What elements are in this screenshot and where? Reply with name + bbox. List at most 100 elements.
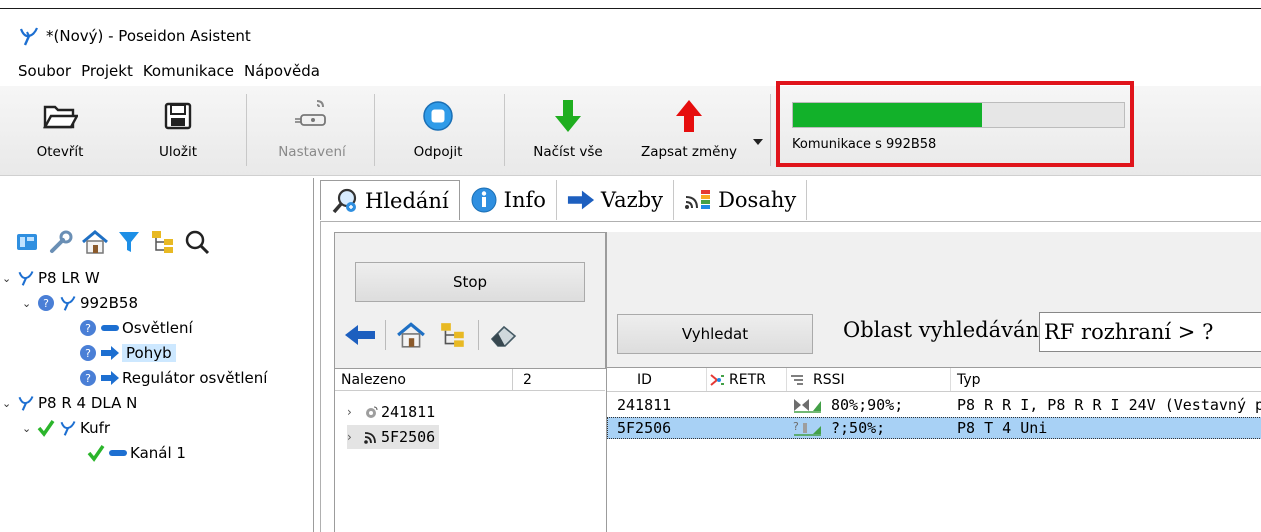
retransmit-icon [710,373,724,386]
open-button[interactable]: Otevřít [30,96,90,172]
output-channel-icon [108,443,128,463]
search-button[interactable]: Vyhledat [617,314,813,354]
chevron-down-icon[interactable]: ⌄ [22,297,36,310]
hierarchy-icon[interactable] [148,227,178,257]
search-icon[interactable] [182,227,212,257]
chevron-down-icon[interactable]: ⌄ [2,397,16,410]
red-arrow-up-icon [669,96,709,136]
communication-progress-bar [792,102,1125,128]
poseidon-trident-icon [16,393,36,413]
column-header-id[interactable]: ID [607,368,707,391]
poseidon-trident-icon [19,27,39,46]
tree-item-pohyb[interactable]: ? Pohyb [78,341,176,365]
wireless-usb-icon [292,96,332,136]
tree-item-regulator-osvetleni[interactable]: ? Regulátor osvětlení [78,366,267,390]
menu-projekt[interactable]: Projekt [81,62,133,80]
cell-id: 241811 [617,396,672,414]
tab-dosahy[interactable]: Dosahy [674,180,808,220]
cell-retr [707,417,787,439]
save-label: Uložit [158,144,198,160]
signal-range-icon [684,186,712,214]
svg-text:?: ? [43,297,49,310]
tree-item-label: Kufr [80,419,111,437]
cell-rssi: 80%;90%; [787,394,951,416]
tree-item-992b58[interactable]: ⌄ ? 992B58 [22,291,138,315]
tab-label: Info [503,188,546,212]
top-divider [0,8,1261,9]
tree-item-label: P8 LR W [38,269,100,287]
tab-vazby[interactable]: Vazby [557,180,675,220]
chevron-down-icon[interactable]: ⌄ [2,272,16,285]
tab-label: Hledání [365,188,449,213]
tree-item-p8-r-4-dla-n[interactable]: ⌄ P8 R 4 DLA N [2,391,137,415]
poseidon-trident-icon [58,418,78,438]
save-button[interactable]: Uložit [148,96,208,172]
disconnect-label: Odpojit [413,144,463,160]
wrench-icon[interactable] [46,227,76,257]
cell-rssi-value: 80%;90%; [831,396,904,414]
menu-napoveda[interactable]: Nápověda [244,62,320,80]
progress-status-text: Komunikace s 992B58 [792,137,937,152]
app-window: *(Nový) - Poseidon Asistent Soubor Proje… [0,0,1261,532]
settings-label: Nastavení [278,144,346,160]
tab-label: Vazby [600,188,664,212]
arrow-left-icon[interactable] [343,318,377,352]
toolbar-separator [246,94,247,166]
stop-button[interactable]: Stop [355,262,585,302]
title-bar: *(Nový) - Poseidon Asistent [0,22,251,50]
search-icon [331,187,359,215]
open-label: Otevřít [36,144,84,160]
tree-item-label: Osvětlení [122,319,193,337]
home-icon[interactable] [394,318,428,352]
column-header-typ[interactable]: Typ [951,368,1261,391]
tab-label: Dosahy [718,188,797,212]
tree-item-label: P8 R 4 DLA N [38,394,138,412]
column-header-rssi[interactable]: RSSI [787,368,951,391]
found-item-241811[interactable]: › 241811 [347,400,435,424]
found-item-id: 241811 [381,403,436,421]
tab-info[interactable]: Info [460,180,557,220]
found-item-5f2506[interactable]: › 5F2506 [347,425,440,449]
signal-quality-unknown-icon: ? [793,420,821,436]
found-count: 2 [523,371,532,388]
stop-circle-icon [418,96,458,136]
write-changes-button[interactable]: Zapsat změny [634,96,744,172]
home-icon[interactable] [80,227,110,257]
tree-item-kufr[interactable]: ⌄ Kufr [22,416,110,440]
chevron-right-icon[interactable]: › [347,430,361,444]
signal-strength-icon [791,374,803,385]
table-row[interactable]: 241811 80%;90%; P8 R R I, P8 R R I 24V (… [607,394,1261,416]
load-all-button[interactable]: Načíst vše [528,96,608,172]
tab-hledani[interactable]: Hledání [320,180,460,220]
checkmark-icon [86,443,106,463]
eraser-icon[interactable] [487,318,521,352]
filter-icon[interactable] [114,227,144,257]
menu-soubor[interactable]: Soubor [18,62,71,80]
results-header-row: ID RETR RSSI Typ [607,368,1261,392]
cell-id: 5F2506 [617,419,672,437]
search-area-select[interactable]: RF rozhraní > ? [1039,312,1261,352]
write-changes-dropdown-icon[interactable] [753,130,763,149]
column-header-label: RSSI [813,371,845,388]
tree-item-p8-lr-w[interactable]: ⌄ P8 LR W [2,266,100,290]
cell-rssi-value: ?;50%; [831,419,886,437]
tree-item-label: Pohyb [122,344,176,362]
menu-komunikace[interactable]: Komunikace [143,62,234,80]
chevron-right-icon[interactable]: › [347,405,361,419]
settings-button[interactable]: Nastavení [272,96,352,172]
table-row[interactable]: 5F2506 ? ?;50%; P8 T 4 Uni [607,417,1261,439]
device-panel-icon[interactable] [12,227,42,257]
write-changes-label: Zapsat změny [640,144,738,160]
tree-item-kanal-1[interactable]: Kanál 1 [86,441,186,465]
found-label: Nalezeno [335,369,513,390]
chevron-down-icon[interactable]: ⌄ [22,422,36,435]
hierarchy-icon[interactable] [436,318,470,352]
help-circle-icon: ? [78,318,98,338]
toolbar-separator [478,320,479,350]
tree-item-osvetleni[interactable]: ? Osvětlení [78,316,193,340]
disconnect-button[interactable]: Odpojit [408,96,468,172]
help-circle-icon: ? [78,343,98,363]
tab-bar: Hledání Info Vazby Dosahy [320,180,808,220]
column-header-retr[interactable]: RETR [707,368,787,391]
svg-text:?: ? [85,322,91,335]
